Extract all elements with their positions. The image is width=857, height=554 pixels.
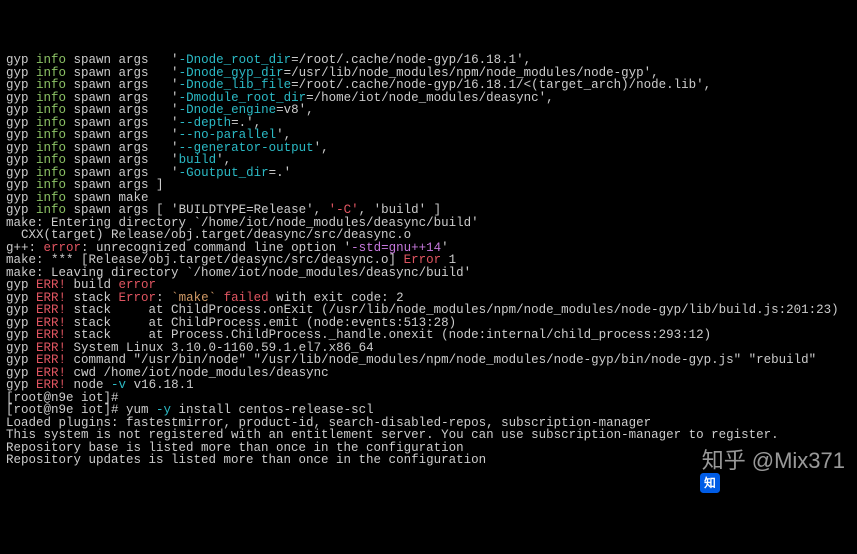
terminal-output: gyp info spawn args '-Dnode_root_dir=/ro… bbox=[6, 54, 851, 467]
watermark: 知 知乎 @Mix371 bbox=[676, 450, 845, 472]
watermark-user: @Mix371 bbox=[752, 450, 845, 472]
zhihu-icon: 知 bbox=[676, 451, 696, 471]
terminal-line: gyp ERR! node -v v16.18.1 bbox=[6, 379, 851, 392]
svg-text:知: 知 bbox=[703, 476, 716, 490]
watermark-site: 知乎 bbox=[702, 450, 746, 472]
